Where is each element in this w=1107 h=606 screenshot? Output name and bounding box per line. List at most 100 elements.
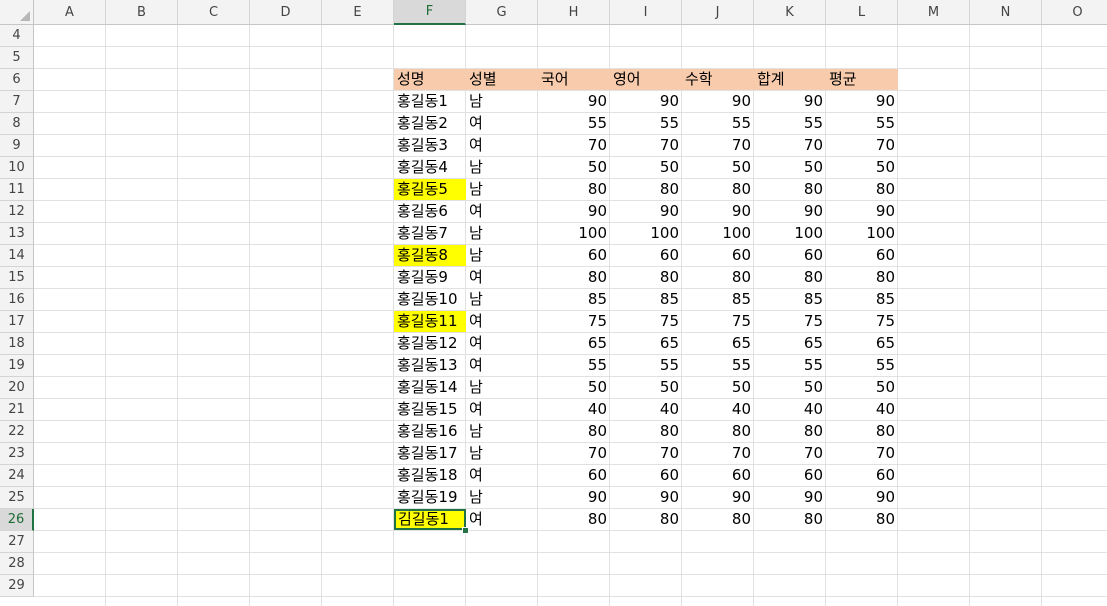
cell-total[interactable]: 50: [754, 157, 826, 178]
row-header-16[interactable]: 16: [0, 289, 34, 311]
cell-name[interactable]: 홍길동5: [394, 179, 466, 200]
row-header-9[interactable]: 9: [0, 135, 34, 157]
column-header-m[interactable]: M: [898, 0, 970, 25]
cell-name[interactable]: 홍길동13: [394, 355, 466, 376]
cell-eng[interactable]: 90: [610, 91, 682, 112]
row-header-6[interactable]: 6: [0, 69, 34, 91]
cell-math[interactable]: 70: [682, 135, 754, 156]
cell-kor[interactable]: 80: [538, 179, 610, 200]
row-header-20[interactable]: 20: [0, 377, 34, 399]
cell-kor[interactable]: 100: [538, 223, 610, 244]
cell-kor[interactable]: 65: [538, 333, 610, 354]
cell-total[interactable]: 90: [754, 201, 826, 222]
cell-kor[interactable]: 75: [538, 311, 610, 332]
cell-avg[interactable]: 80: [826, 509, 898, 530]
cell-name[interactable]: 홍길동11: [394, 311, 466, 332]
cell-name[interactable]: 홍길동4: [394, 157, 466, 178]
cell-math[interactable]: 65: [682, 333, 754, 354]
cell-kor[interactable]: 80: [538, 509, 610, 530]
cell-kor[interactable]: 55: [538, 113, 610, 134]
row-header-10[interactable]: 10: [0, 157, 34, 179]
cell-name[interactable]: 홍길동8: [394, 245, 466, 266]
row-header-26[interactable]: 26: [0, 509, 34, 531]
cell-avg[interactable]: 90: [826, 91, 898, 112]
cell-name[interactable]: 홍길동3: [394, 135, 466, 156]
cell-name[interactable]: 홍길동7: [394, 223, 466, 244]
cell-total[interactable]: 70: [754, 135, 826, 156]
header-cell-math[interactable]: 수학: [682, 69, 754, 90]
row-header-13[interactable]: 13: [0, 223, 34, 245]
cell-kor[interactable]: 85: [538, 289, 610, 310]
row-header-25[interactable]: 25: [0, 487, 34, 509]
cell-eng[interactable]: 65: [610, 333, 682, 354]
cell-eng[interactable]: 80: [610, 509, 682, 530]
cell-math[interactable]: 90: [682, 487, 754, 508]
column-header-h[interactable]: H: [538, 0, 610, 25]
cell-gender[interactable]: 남: [466, 377, 538, 398]
row-header-5[interactable]: 5: [0, 47, 34, 69]
cell-gender[interactable]: 여: [466, 135, 538, 156]
cell-eng[interactable]: 60: [610, 465, 682, 486]
cell-name[interactable]: 홍길동1: [394, 91, 466, 112]
column-header-k[interactable]: K: [754, 0, 826, 25]
cell-math[interactable]: 50: [682, 157, 754, 178]
cell-total[interactable]: 90: [754, 91, 826, 112]
cell-name[interactable]: 홍길동15: [394, 399, 466, 420]
row-header-4[interactable]: 4: [0, 25, 34, 47]
cell-gender[interactable]: 여: [466, 399, 538, 420]
cell-total[interactable]: 85: [754, 289, 826, 310]
cell-avg[interactable]: 80: [826, 421, 898, 442]
row-header-22[interactable]: 22: [0, 421, 34, 443]
cell-math[interactable]: 55: [682, 113, 754, 134]
cell-avg[interactable]: 65: [826, 333, 898, 354]
cell-gender[interactable]: 여: [466, 465, 538, 486]
cell-avg[interactable]: 70: [826, 443, 898, 464]
cell-avg[interactable]: 80: [826, 267, 898, 288]
cell-kor[interactable]: 80: [538, 421, 610, 442]
cell-gender[interactable]: 여: [466, 311, 538, 332]
cell-name[interactable]: 김길동1: [394, 509, 466, 530]
row-header-7[interactable]: 7: [0, 91, 34, 113]
cell-eng[interactable]: 70: [610, 443, 682, 464]
cell-math[interactable]: 50: [682, 377, 754, 398]
column-header-c[interactable]: C: [178, 0, 250, 25]
column-header-e[interactable]: E: [322, 0, 394, 25]
cell-kor[interactable]: 80: [538, 267, 610, 288]
cell-total[interactable]: 100: [754, 223, 826, 244]
cell-avg[interactable]: 40: [826, 399, 898, 420]
column-header-g[interactable]: G: [466, 0, 538, 25]
cell-math[interactable]: 90: [682, 91, 754, 112]
cell-name[interactable]: 홍길동2: [394, 113, 466, 134]
row-header-15[interactable]: 15: [0, 267, 34, 289]
cell-kor[interactable]: 90: [538, 201, 610, 222]
cell-avg[interactable]: 50: [826, 157, 898, 178]
column-header-a[interactable]: A: [34, 0, 106, 25]
row-header-28[interactable]: 28: [0, 553, 34, 575]
header-cell-name[interactable]: 성명: [394, 69, 466, 90]
column-header-i[interactable]: I: [610, 0, 682, 25]
cell-gender[interactable]: 남: [466, 421, 538, 442]
cell-kor[interactable]: 55: [538, 355, 610, 376]
cell-gender[interactable]: 여: [466, 201, 538, 222]
cell-eng[interactable]: 75: [610, 311, 682, 332]
cell-total[interactable]: 70: [754, 443, 826, 464]
column-header-l[interactable]: L: [826, 0, 898, 25]
cell-math[interactable]: 80: [682, 179, 754, 200]
header-cell-avg[interactable]: 평균: [826, 69, 898, 90]
row-header-11[interactable]: 11: [0, 179, 34, 201]
cell-eng[interactable]: 55: [610, 355, 682, 376]
cell-total[interactable]: 55: [754, 355, 826, 376]
cell-eng[interactable]: 80: [610, 421, 682, 442]
cell-name[interactable]: 홍길동19: [394, 487, 466, 508]
cell-total[interactable]: 80: [754, 179, 826, 200]
cell-gender[interactable]: 여: [466, 267, 538, 288]
row-header-17[interactable]: 17: [0, 311, 34, 333]
header-cell-eng[interactable]: 영어: [610, 69, 682, 90]
cell-eng[interactable]: 85: [610, 289, 682, 310]
cell-name[interactable]: 홍길동14: [394, 377, 466, 398]
cell-total[interactable]: 55: [754, 113, 826, 134]
cell-total[interactable]: 60: [754, 245, 826, 266]
cell-avg[interactable]: 100: [826, 223, 898, 244]
cell-math[interactable]: 80: [682, 509, 754, 530]
cell-total[interactable]: 80: [754, 509, 826, 530]
